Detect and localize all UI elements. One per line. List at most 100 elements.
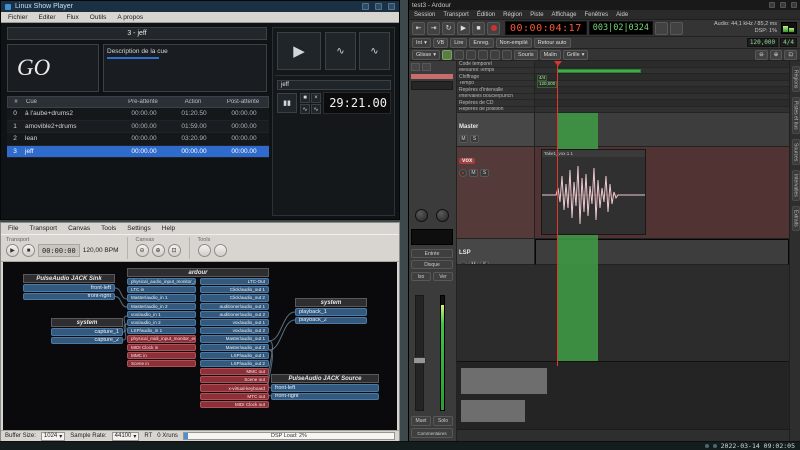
port-out-midi[interactable]: x-virtual-keyboard <box>200 384 269 391</box>
zoom-fit-button[interactable]: ⊡ <box>784 50 797 60</box>
node-title[interactable]: ardour <box>127 268 269 277</box>
port-out[interactable]: Master/audio_out 1 <box>200 335 269 342</box>
tool-audition[interactable] <box>490 50 500 60</box>
tray-icon[interactable] <box>705 444 709 448</box>
port-out[interactable]: vox/audio_out 2 <box>200 327 269 334</box>
track-header-vox[interactable]: vox M S <box>457 147 535 239</box>
zoom-in-button[interactable]: ⊕ <box>152 244 165 257</box>
record-option-toggle[interactable]: Enreg. <box>469 38 493 48</box>
loop-button[interactable]: ↻ <box>442 22 455 35</box>
track-header-master[interactable]: Master M S <box>457 113 535 147</box>
solo-button[interactable]: S <box>480 261 489 265</box>
port-out-midi[interactable]: MIDI Clock out <box>200 401 269 408</box>
playhead[interactable] <box>557 61 558 366</box>
tool-draw[interactable] <box>502 50 512 60</box>
play-option-toggle[interactable]: Lire <box>450 38 467 48</box>
port-in-midi[interactable]: Scene in <box>127 360 196 367</box>
tool-button-1[interactable] <box>198 244 211 257</box>
interrupt-button[interactable]: × <box>311 93 321 103</box>
port-front-left[interactable]: front-left <box>23 284 115 292</box>
port-out[interactable]: auditioner/audio_out 2 <box>200 311 269 318</box>
pan-knob[interactable] <box>436 209 449 222</box>
pause-button[interactable]: ▮▮ <box>277 93 297 113</box>
summary-panel[interactable] <box>457 361 789 429</box>
node-title[interactable]: system <box>51 318 123 327</box>
tray-icon[interactable] <box>713 444 717 448</box>
transport-stop-button[interactable]: ■ <box>22 244 35 257</box>
record-button[interactable] <box>487 22 500 35</box>
menu-file[interactable]: File <box>8 225 18 232</box>
node-ardour[interactable]: ardour physical_audio_input_monitor_enab… <box>127 268 269 408</box>
menu-aide[interactable]: Aide <box>616 12 628 18</box>
menu-outils[interactable]: Outils <box>90 14 107 21</box>
transport-play-button[interactable]: ▶ <box>6 244 19 257</box>
tool-range[interactable] <box>454 50 464 60</box>
tab-regions[interactable]: Régions <box>792 66 800 92</box>
meter-display[interactable]: 4/4 <box>780 38 797 47</box>
node-pulseaudio-jack-sink[interactable]: PulseAudio JACK Sink front-left front-ri… <box>23 274 115 300</box>
trim-knob[interactable] <box>415 209 428 222</box>
port-in[interactable]: LTC in <box>127 286 196 293</box>
solo-button[interactable]: Solo <box>433 416 453 426</box>
close-button[interactable] <box>388 3 395 10</box>
playhead-marker[interactable] <box>554 61 562 66</box>
tab-clips[interactable]: Extraits <box>792 206 800 231</box>
cue-row[interactable]: 0 à l'aube+drums2 00:00.00 01:20.50 00:0… <box>7 108 269 121</box>
mouse-mode-button[interactable]: Souris <box>514 50 538 60</box>
smart-mode-button[interactable]: Malin <box>540 50 561 60</box>
cue-row-selected[interactable]: 3 jeff 00:00.00 00:00.00 00:00.00 <box>7 146 269 159</box>
menu-help[interactable]: Help <box>162 225 175 232</box>
menu-session[interactable]: Session <box>414 12 435 18</box>
goto-end-button[interactable]: ⇥ <box>427 22 440 35</box>
port-in[interactable]: vox/audio_in 1 <box>127 311 196 318</box>
cue-row[interactable]: 2 lean 00:00.00 03:20.90 00:00.00 <box>7 133 269 146</box>
comments-button[interactable]: Commentaires <box>411 428 453 438</box>
sample-rate-select[interactable]: 44100▾ <box>112 432 140 441</box>
layer-mode-select[interactable]: Non-empilé <box>496 38 532 48</box>
auto-return-toggle[interactable]: Retour auto <box>534 38 571 48</box>
tool-cut[interactable] <box>466 50 476 60</box>
tab-ranges[interactable]: Intervalles <box>792 170 800 201</box>
port-out[interactable]: LSP/audio_out 2 <box>200 360 269 367</box>
port-front-right[interactable]: front-right <box>271 393 379 401</box>
goto-start-button[interactable]: ⇤ <box>412 22 425 35</box>
stop-button[interactable]: ■ <box>300 93 310 103</box>
ruler-lanes[interactable]: 4/4 120,000 <box>535 61 789 113</box>
menu-settings[interactable]: Settings <box>127 225 151 232</box>
mute-button[interactable]: M <box>469 169 478 177</box>
tool-grab[interactable] <box>442 50 452 60</box>
node-title[interactable]: PulseAudio JACK Source <box>271 374 379 383</box>
lsp-titlebar[interactable]: Linux Show Player <box>1 1 399 12</box>
port-in-midi[interactable]: physical_midi_input_monitor_enable <box>127 335 196 342</box>
menu-fenetres[interactable]: Fenêtres <box>584 12 608 18</box>
mute-button[interactable]: Muet <box>411 416 431 426</box>
vb-toggle[interactable]: VB <box>433 38 448 48</box>
taskbar-clock[interactable]: 2022-03-14 09:02:05 <box>721 442 795 450</box>
port-playback-1[interactable]: playback_1 <box>295 308 367 316</box>
port-capture-2[interactable]: capture_2 <box>51 337 123 345</box>
patchbay-canvas[interactable]: PulseAudio JACK Sink front-left front-ri… <box>3 262 397 432</box>
next-cue-display[interactable]: 3 - jeff <box>7 27 267 40</box>
play-button[interactable]: ▶ <box>457 22 470 35</box>
menu-affichage[interactable]: Affichage <box>552 12 577 18</box>
menu-flux[interactable]: Flux <box>67 14 79 21</box>
menu-edition[interactable]: Édition <box>477 12 495 18</box>
track-name[interactable]: LSP <box>459 250 471 256</box>
port-in[interactable]: LSP/audio_in 1 <box>127 327 196 334</box>
node-system-playback[interactable]: system playback_1 playback_2 <box>295 298 367 324</box>
port-front-left[interactable]: front-left <box>271 384 379 392</box>
mute-button[interactable]: M <box>469 261 478 265</box>
port-out-midi[interactable]: Scene out <box>200 376 269 383</box>
port-out[interactable]: Master/audio_out 2 <box>200 344 269 351</box>
go-button[interactable]: GO <box>7 44 99 92</box>
cue-row[interactable]: 1 amovible2+drums 00:00.00 01:59.00 00:0… <box>7 121 269 134</box>
zoom-in-button[interactable]: ⊕ <box>770 50 783 60</box>
ardour-titlebar[interactable]: test3 - Ardour <box>409 0 800 10</box>
zoom-out-button[interactable]: ⊖ <box>136 244 149 257</box>
menu-transport[interactable]: Transport <box>443 12 468 18</box>
secondary-clock[interactable]: 003|02|0324 <box>589 21 653 35</box>
port-out-midi[interactable]: MMC out <box>200 368 269 375</box>
minimize-button[interactable] <box>769 2 775 8</box>
stop-button[interactable]: ■ <box>472 22 485 35</box>
fade-out-mini-button[interactable]: ∿ <box>311 104 321 114</box>
